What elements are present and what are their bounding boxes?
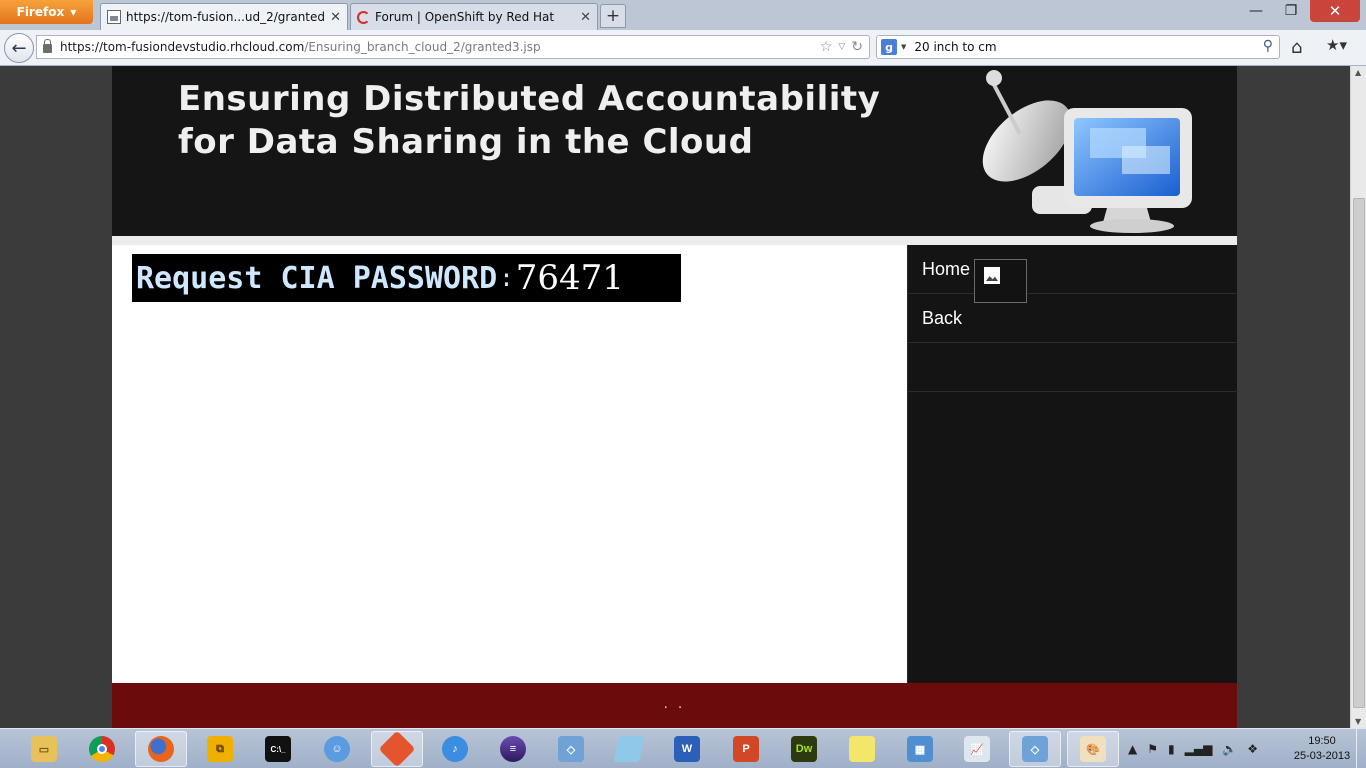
url-path: /Ensuring_branch_cloud_2/granted3.jsp <box>304 40 541 54</box>
close-tab-icon[interactable]: ✕ <box>580 10 591 25</box>
password-banner: Request CIA PASSWORD : 76471 <box>132 254 681 302</box>
search-icon[interactable]: ⚲ <box>1263 38 1273 54</box>
new-tab-button[interactable]: + <box>600 4 626 28</box>
volume-icon[interactable]: 🔊 <box>1222 742 1237 756</box>
site-title-line-2: for Data Sharing in the Cloud <box>178 122 754 162</box>
chevron-down-icon[interactable]: ▼ <box>901 43 906 51</box>
tab-title: https://tom-fusion...ud_2/granted3.jsp <box>126 10 326 24</box>
home-icon[interactable]: ⌂ <box>1291 37 1311 58</box>
firefox-menu-label: Firefox <box>16 5 65 19</box>
sidebar-item-empty[interactable] <box>908 343 1238 392</box>
sticky-notes-icon[interactable] <box>836 731 888 767</box>
page-favicon-icon <box>107 10 121 24</box>
page-viewport: Ensuring Distributed Accountability for … <box>0 66 1350 728</box>
scroll-down-icon[interactable]: ▼ <box>1355 717 1361 726</box>
url-host: https://tom-fusiondevstudio.rhcloud.com <box>60 40 305 54</box>
show-desktop-button[interactable] <box>1356 729 1366 768</box>
network-signal-icon[interactable]: ▂▄▆ <box>1185 742 1213 756</box>
powerpoint-icon[interactable]: P <box>720 731 772 767</box>
sidebar-item-label: Home <box>922 259 971 279</box>
close-window-button[interactable]: ✕ <box>1310 0 1360 22</box>
navigation-toolbar: ← https://tom-fusiondevstudio.rhcloud.co… <box>0 30 1366 66</box>
sidebar-item-home[interactable]: Home <box>908 245 1238 303</box>
taskbar-clock[interactable]: 19:50 25-03-2013 <box>1292 734 1352 764</box>
password-value: 76471 <box>515 258 624 298</box>
minimize-button[interactable]: — <box>1241 0 1271 22</box>
dreamweaver-icon[interactable]: Dw <box>778 731 830 767</box>
url-bar-icons: ☆ ▽ ↻ <box>820 36 863 58</box>
chevron-down-icon: ▼ <box>70 7 77 17</box>
back-arrow-icon: ← <box>11 37 27 59</box>
search-input[interactable] <box>914 40 1255 54</box>
tab-title: Forum | OpenShift by Red Hat <box>375 10 555 24</box>
clock-time: 19:50 <box>1308 735 1336 747</box>
finder-icon[interactable]: ☺ <box>311 731 363 767</box>
password-label: Request CIA PASSWORD <box>136 260 498 296</box>
footer-text: . . <box>663 697 686 712</box>
dropbox-icon[interactable]: ❖ <box>1247 742 1258 756</box>
lock-icon <box>43 39 52 53</box>
url-bar[interactable]: https://tom-fusiondevstudio.rhcloud.com/… <box>36 35 870 59</box>
bookmark-star-icon[interactable]: ☆ <box>820 39 833 55</box>
site-title: Ensuring Distributed Accountability for … <box>178 78 880 164</box>
file-explorer-icon[interactable]: ▭ <box>18 731 70 767</box>
sidebar-item-back[interactable]: Back <box>908 294 1238 343</box>
chrome-icon[interactable] <box>76 731 128 767</box>
notepad-icon[interactable] <box>603 731 655 767</box>
paint-icon[interactable]: 🎨 <box>1067 731 1119 767</box>
openshift-favicon-icon <box>357 10 370 24</box>
maximize-button[interactable]: ❐ <box>1276 0 1306 22</box>
bookmarks-menu-icon[interactable]: ★▾ <box>1326 36 1360 58</box>
virtualbox-2-icon[interactable]: ◇ <box>1009 731 1061 767</box>
scroll-up-icon[interactable]: ▲ <box>1355 68 1361 77</box>
header-divider <box>112 236 1237 245</box>
satellite-computer-illustration <box>982 70 1192 233</box>
password-separator: : <box>499 264 514 292</box>
system-tray: ▲ ⚑ ▮ ▂▄▆ 🔊 ❖ <box>1128 729 1288 768</box>
action-center-icon[interactable]: ⚑ <box>1147 742 1158 756</box>
tab-openshift-forum[interactable]: Forum | OpenShift by Red Hat ✕ <box>350 3 598 30</box>
cmd-icon[interactable]: C:\_ <box>252 731 304 767</box>
broken-image-icon <box>984 267 1000 284</box>
virtualbox-icon[interactable]: ◇ <box>545 731 597 767</box>
url-text[interactable]: https://tom-fusiondevstudio.rhcloud.com/… <box>60 40 541 54</box>
search-bar[interactable]: g ▼ ⚲ <box>876 35 1280 59</box>
task-monitor-icon[interactable]: 📈 <box>951 731 1003 767</box>
scrollbar-thumb[interactable] <box>1353 198 1365 708</box>
itunes-icon[interactable]: ♪ <box>429 731 481 767</box>
browser-titlebar: Firefox ▼ https://tom-fusion...ud_2/gran… <box>0 0 1366 30</box>
windows-taskbar: ▭ ⧉ C:\_ ☺ ♪ ≡ ◇ W P Dw ▦ 📈 ◇ 🎨 ▲ ⚑ ▮ ▂▄… <box>0 728 1366 768</box>
vmware-icon[interactable]: ⧉ <box>194 731 246 767</box>
google-search-engine-icon[interactable]: g <box>881 39 897 55</box>
close-tab-icon[interactable]: ✕ <box>330 10 341 25</box>
vertical-scrollbar[interactable]: ▲ ▼ <box>1350 66 1366 728</box>
reload-icon[interactable]: ↻ <box>851 39 863 55</box>
site-container: Ensuring Distributed Accountability for … <box>112 66 1238 728</box>
site-title-line-1: Ensuring Distributed Accountability <box>178 79 881 119</box>
git-icon[interactable] <box>371 730 423 768</box>
site-footer: . . <box>112 683 1237 728</box>
history-dropdown-icon[interactable]: ▽ <box>838 42 845 52</box>
show-hidden-icons-icon[interactable]: ▲ <box>1128 742 1137 756</box>
word-icon[interactable]: W <box>661 731 713 767</box>
main-content: Request CIA PASSWORD : 76471 <box>112 245 907 683</box>
firefox-menu-button[interactable]: Firefox ▼ <box>0 0 93 24</box>
clock-date: 25-03-2013 <box>1293 750 1351 762</box>
site-header: Ensuring Distributed Accountability for … <box>112 66 1237 236</box>
firefox-icon[interactable] <box>135 731 187 767</box>
sidebar-nav: Home Back <box>907 245 1238 683</box>
battery-icon[interactable]: ▮ <box>1168 742 1175 756</box>
control-panel-icon[interactable]: ▦ <box>894 731 946 767</box>
tab-granted3[interactable]: https://tom-fusion...ud_2/granted3.jsp ✕ <box>100 3 348 30</box>
eclipse-icon[interactable]: ≡ <box>487 731 539 767</box>
sidebar-item-label: Back <box>922 308 963 328</box>
back-button[interactable]: ← <box>4 33 34 63</box>
